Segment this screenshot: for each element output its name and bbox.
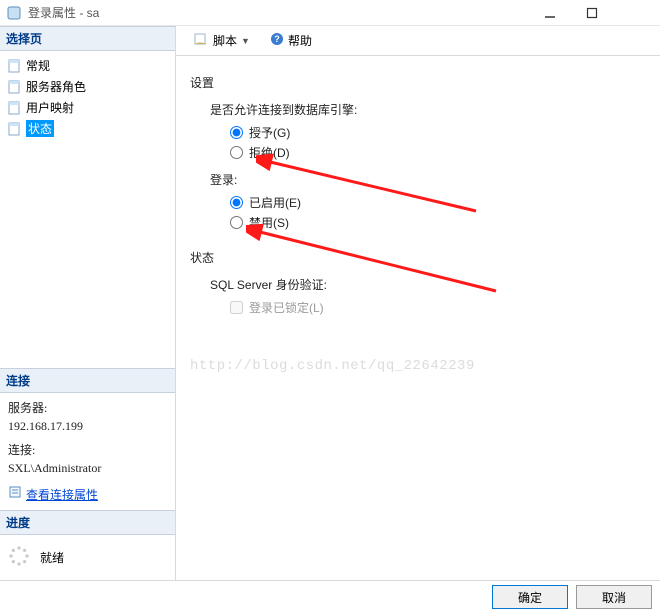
footer: 确定 取消 xyxy=(0,580,660,600)
conn-value: SXL\Administrator xyxy=(8,459,167,477)
sql-auth-label: SQL Server 身份验证: xyxy=(210,276,646,293)
select-page-header: 选择页 xyxy=(0,26,175,51)
titlebar: 登录属性 - sa xyxy=(0,0,660,26)
grant-label: 授予(G) xyxy=(249,124,290,141)
disabled-radio[interactable] xyxy=(230,216,243,229)
nav-label: 状态 xyxy=(26,120,54,137)
grant-radio[interactable] xyxy=(230,126,243,139)
properties-icon xyxy=(8,485,22,504)
permit-db-label: 是否允许连接到数据库引擎: xyxy=(210,101,646,118)
spinner-icon xyxy=(8,545,30,570)
minimize-button[interactable] xyxy=(536,2,564,24)
cancel-button[interactable]: 取消 xyxy=(576,585,652,609)
help-icon: ? xyxy=(270,32,284,49)
deny-radio[interactable] xyxy=(230,146,243,159)
enabled-radio-row[interactable]: 已启用(E) xyxy=(230,194,646,211)
script-button[interactable]: 脚本 ▼ xyxy=(186,28,257,53)
grant-radio-row[interactable]: 授予(G) xyxy=(230,124,646,141)
chevron-down-icon: ▼ xyxy=(241,36,250,46)
status-group-label: 状态 xyxy=(190,249,646,266)
page-icon xyxy=(6,100,22,116)
page-icon xyxy=(6,79,22,95)
server-label: 服务器: xyxy=(8,399,167,417)
enabled-label: 已启用(E) xyxy=(249,194,301,211)
server-value: 192.168.17.199 xyxy=(8,417,167,435)
conn-label: 连接: xyxy=(8,441,167,459)
deny-radio-row[interactable]: 拒绝(D) xyxy=(230,144,646,161)
window-title: 登录属性 - sa xyxy=(28,4,536,21)
nav-general[interactable]: 常规 xyxy=(6,55,169,76)
disabled-label: 禁用(S) xyxy=(249,214,289,231)
window-controls xyxy=(536,2,654,24)
view-connection-properties-link[interactable]: 查看连接属性 xyxy=(8,485,98,504)
page-nav-list: 常规 服务器角色 用户映射 状态 xyxy=(0,51,175,143)
nav-user-mapping[interactable]: 用户映射 xyxy=(6,97,169,118)
svg-text:?: ? xyxy=(274,34,280,44)
script-label: 脚本 xyxy=(213,32,237,49)
nav-status[interactable]: 状态 xyxy=(6,118,169,139)
nav-label: 服务器角色 xyxy=(26,78,86,95)
watermark-text: http://blog.csdn.net/qq_22642239 xyxy=(190,358,475,374)
nav-label: 常规 xyxy=(26,57,50,74)
disabled-radio-row[interactable]: 禁用(S) xyxy=(230,214,646,231)
page-icon xyxy=(6,58,22,74)
maximize-button[interactable] xyxy=(578,2,606,24)
enabled-radio[interactable] xyxy=(230,196,243,209)
locked-label: 登录已锁定(L) xyxy=(249,299,324,316)
settings-group-label: 设置 xyxy=(190,74,646,91)
locked-check-row: 登录已锁定(L) xyxy=(230,299,646,316)
close-button[interactable] xyxy=(620,2,648,24)
ok-button[interactable]: 确定 xyxy=(492,585,568,609)
help-button[interactable]: ? 帮助 xyxy=(263,28,319,53)
connection-header: 连接 xyxy=(0,368,175,393)
page-icon xyxy=(6,121,22,137)
nav-label: 用户映射 xyxy=(26,99,74,116)
app-icon xyxy=(6,5,22,21)
right-panel: 脚本 ▼ ? 帮助 设置 是否允许连接到数据库引擎: 授予(G) 拒绝(D) 登… xyxy=(176,26,660,580)
connection-body: 服务器: 192.168.17.199 连接: SXL\Administrato… xyxy=(0,393,175,510)
nav-server-roles[interactable]: 服务器角色 xyxy=(6,76,169,97)
toolbar: 脚本 ▼ ? 帮助 xyxy=(176,26,660,56)
progress-status: 就绪 xyxy=(40,549,64,566)
link-text: 查看连接属性 xyxy=(26,486,98,504)
progress-body: 就绪 xyxy=(0,535,175,580)
script-icon xyxy=(193,32,209,49)
left-panel: 选择页 常规 服务器角色 用户映射 状态 连接 服务器: 192.168.1 xyxy=(0,26,176,580)
help-label: 帮助 xyxy=(288,32,312,49)
deny-label: 拒绝(D) xyxy=(249,144,290,161)
login-label: 登录: xyxy=(210,171,646,188)
progress-header: 进度 xyxy=(0,510,175,535)
locked-checkbox xyxy=(230,301,243,314)
content-area: 设置 是否允许连接到数据库引擎: 授予(G) 拒绝(D) 登录: 已启用(E) … xyxy=(176,56,660,580)
